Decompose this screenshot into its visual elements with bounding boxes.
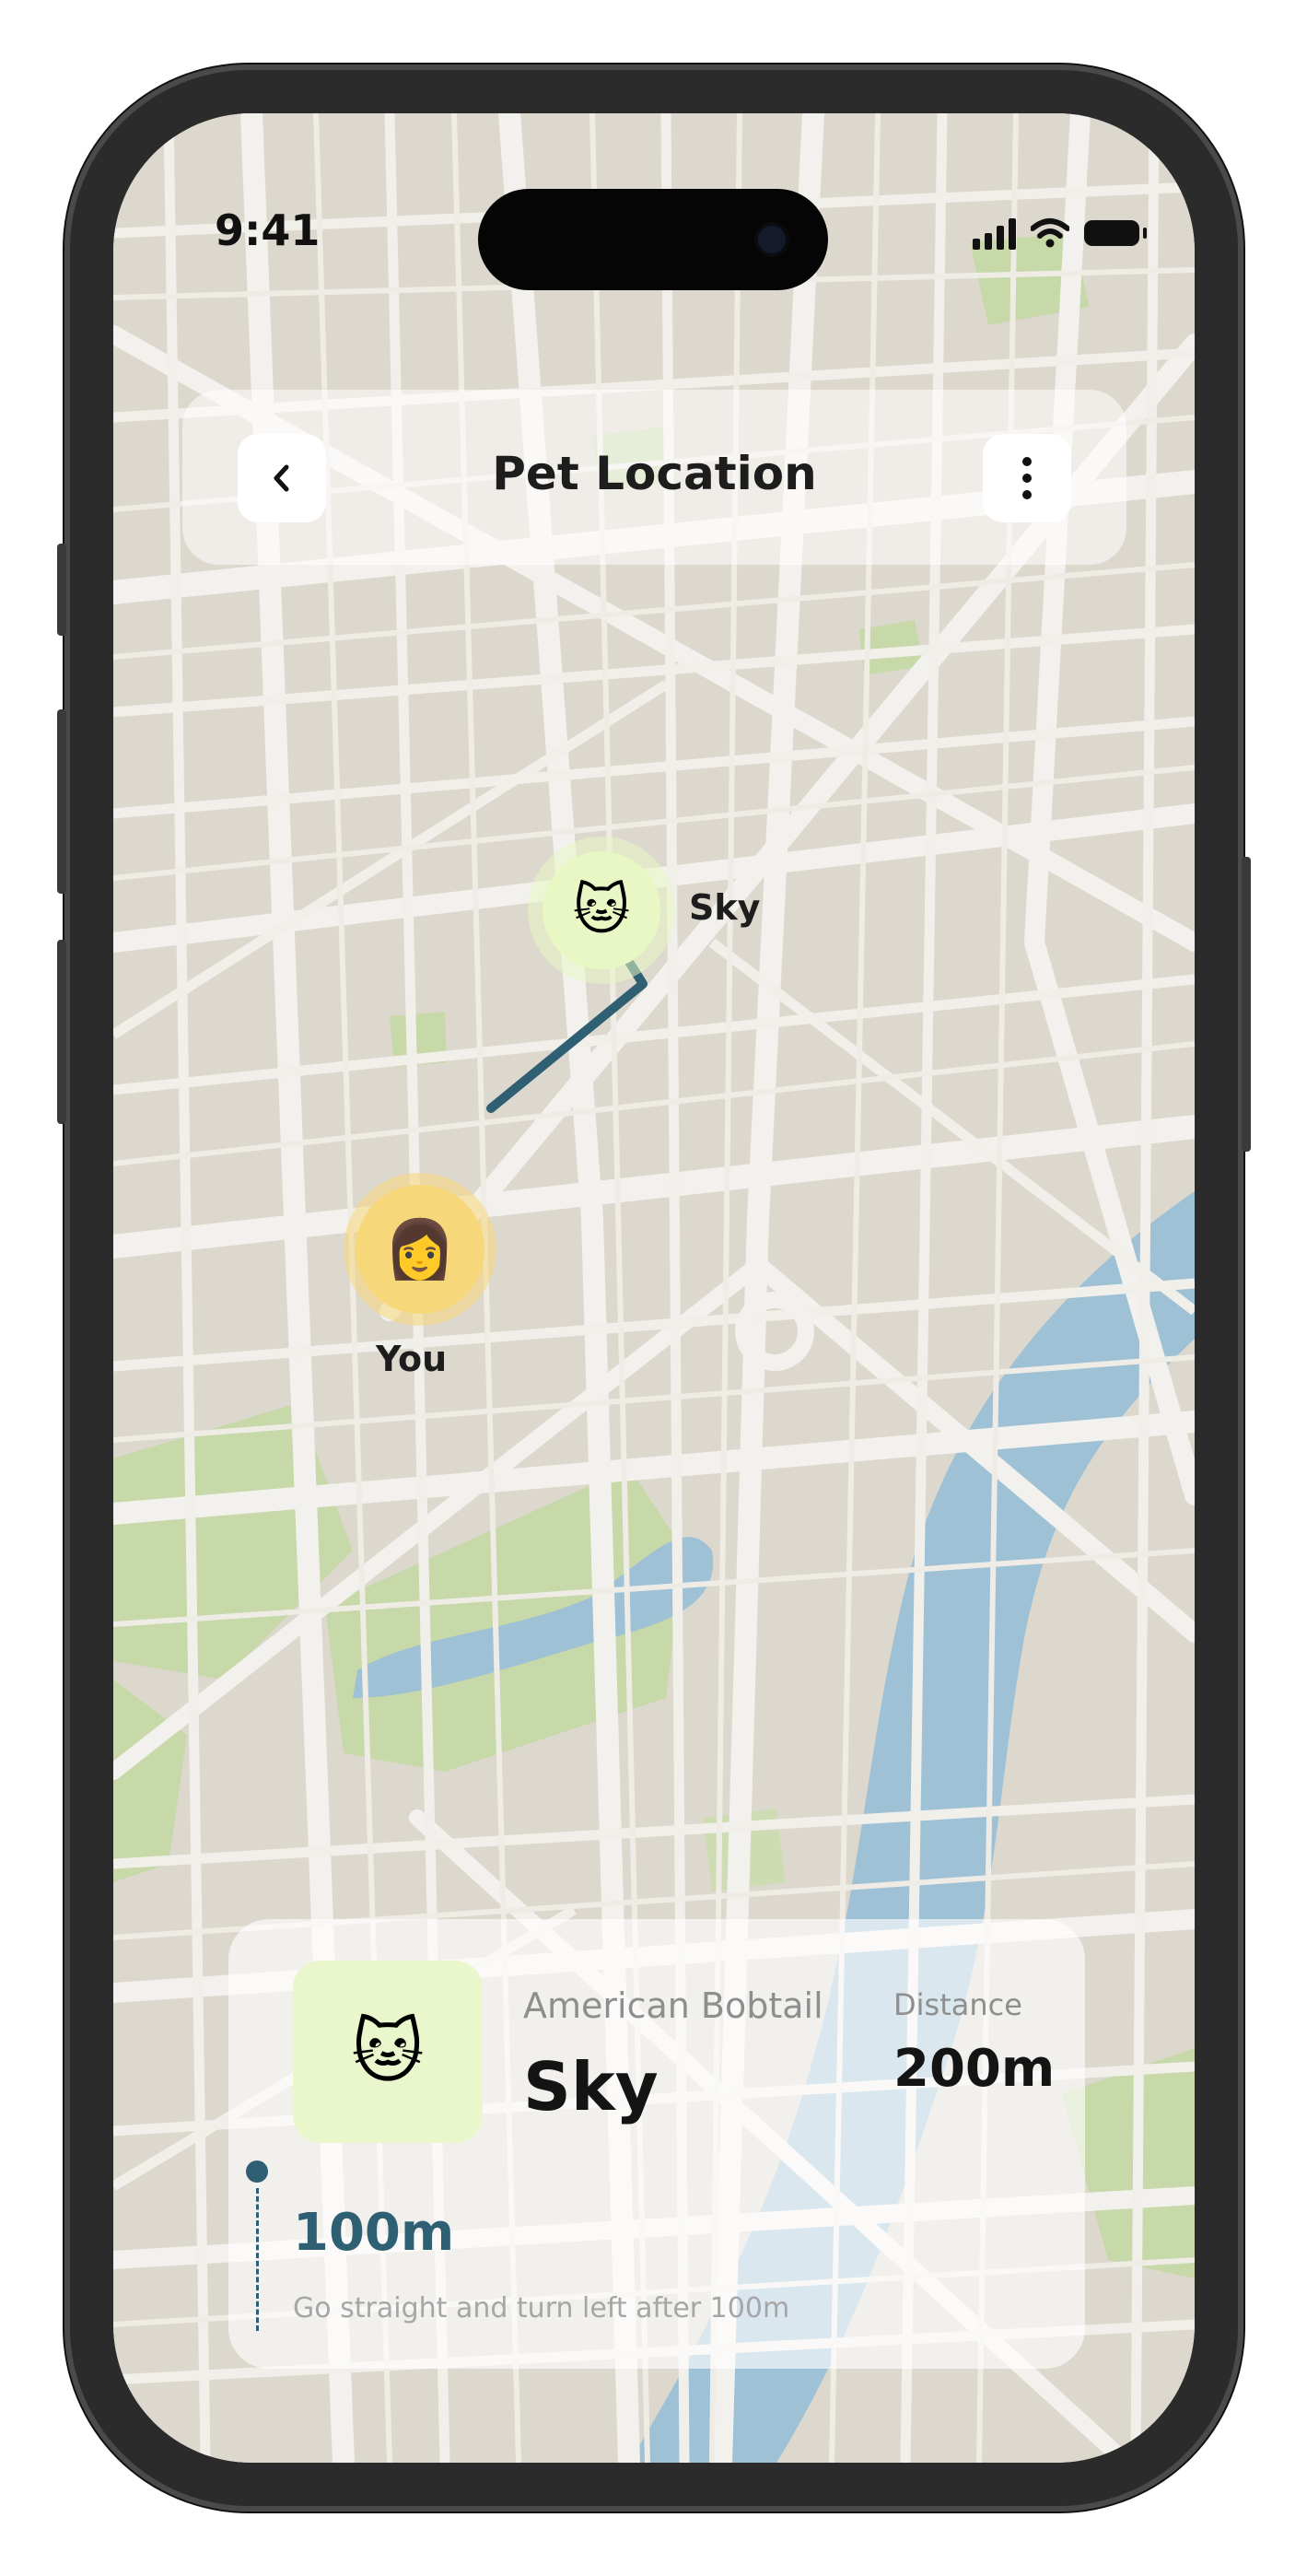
step-marker-dot: [246, 2160, 268, 2183]
status-icons: [973, 215, 1147, 252]
cat-icon: 🐱: [572, 878, 631, 943]
next-step-instruction: Go straight and turn left after 100m: [293, 2292, 790, 2324]
more-vertical-icon: [1022, 457, 1032, 499]
side-button-volume-up: [57, 709, 66, 894]
side-button-action: [57, 544, 66, 636]
cat-icon: 🐱: [351, 2010, 425, 2092]
phone-frame: 9:41 Pet Location 🐱 Sky 👩 You 🐱 American…: [57, 64, 1251, 2512]
cellular-signal-icon: [973, 217, 1016, 250]
next-step-distance: 100m: [293, 2203, 455, 2263]
pet-info-card[interactable]: 🐱 American Bobtail Sky Distance 200m 100…: [228, 1919, 1085, 2369]
dynamic-island: [478, 189, 828, 290]
user-avatar-icon: 👩: [384, 1215, 456, 1282]
pet-marker-core: 🐱: [543, 851, 660, 969]
side-button-volume-down: [57, 940, 66, 1124]
user-marker-label: You: [376, 1339, 448, 1379]
pet-marker[interactable]: 🐱: [528, 837, 675, 984]
distance-label: Distance: [893, 1987, 1022, 2022]
step-dashed-line: [256, 2188, 259, 2331]
pet-thumbnail: 🐱: [293, 1961, 483, 2143]
more-options-button[interactable]: [983, 434, 1071, 522]
side-button-power: [1242, 857, 1251, 1152]
camera-icon: [758, 226, 786, 253]
pet-marker-label: Sky: [689, 887, 761, 928]
top-app-bar: Pet Location: [182, 390, 1126, 565]
wifi-icon: [1031, 218, 1069, 248]
user-marker-core: 👩: [356, 1185, 484, 1314]
distance-value: 200m: [893, 2039, 1056, 2099]
phone-screen: 9:41 Pet Location 🐱 Sky 👩 You 🐱 American…: [113, 113, 1195, 2463]
status-time: 9:41: [215, 205, 321, 255]
pet-breed: American Bobtail: [523, 1985, 823, 2026]
pet-name: Sky: [523, 2048, 659, 2125]
user-marker[interactable]: 👩: [344, 1173, 496, 1326]
battery-icon: [1084, 220, 1147, 246]
